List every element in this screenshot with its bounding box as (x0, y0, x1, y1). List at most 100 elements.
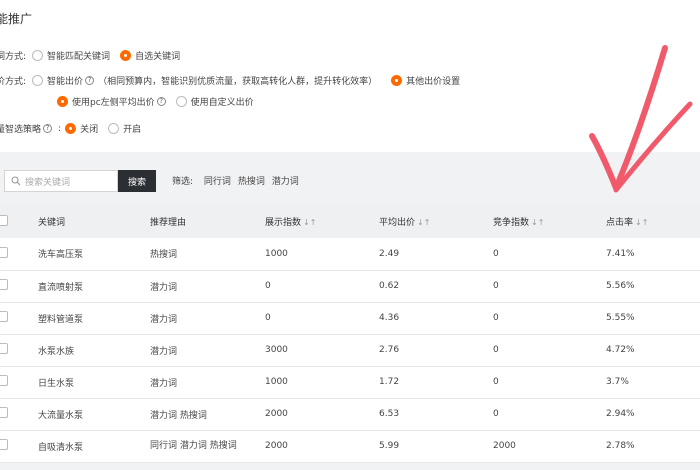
cell-keyword: 日生水泵 (38, 366, 150, 399)
cell-reason: 热搜词 (150, 238, 265, 271)
search-placeholder: 搜索关键词 (25, 177, 71, 188)
radio-icon[interactable] (32, 50, 44, 61)
filter-tag-competitor[interactable]: 同行词 (204, 177, 231, 187)
bid-option-pc-average[interactable]: 使用pc左侧平均出价 ? (57, 95, 166, 108)
strategy-option-on[interactable]: 开启 (108, 122, 141, 135)
cell-avg-bid: 6.53 (379, 398, 493, 431)
table-row[interactable]: 直流喷射泵 潜力词 0 0.62 0 5.56% (0, 270, 700, 303)
cell-avg-bid: 0.62 (379, 270, 493, 303)
cell-keyword: 洗车高压泵 (38, 238, 150, 271)
cell-impressions: 3000 (265, 334, 379, 367)
cell-impressions: 1000 (265, 238, 379, 271)
checkbox-icon[interactable] (0, 375, 8, 386)
cell-competition: 2000 (493, 430, 606, 463)
settings-panel: 能推广 词方式: 智能匹配关键词 自选关键词 价方式: 智能出价 ? （相同预算… (0, 0, 700, 152)
search-button[interactable]: 搜索 (118, 170, 156, 192)
checkbox-icon[interactable] (0, 214, 8, 226)
match-option-manual[interactable]: 自选关键词 (120, 49, 180, 62)
radio-checked-icon[interactable] (57, 96, 68, 107)
table-row[interactable]: 大流量水泵 潜力词 热搜词 2000 6.53 0 2.94% (0, 398, 700, 431)
filter-tag-potential[interactable]: 潜力词 (272, 177, 299, 187)
cell-ctr: 2.78% (606, 430, 700, 463)
header-select-all[interactable] (0, 205, 38, 238)
radio-icon[interactable] (175, 96, 187, 107)
strategy-option-off[interactable]: 关闭 (65, 122, 98, 135)
radio-checked-icon[interactable] (65, 123, 77, 134)
match-option-manual-label: 自选关键词 (135, 52, 181, 62)
help-icon[interactable]: ? (85, 76, 95, 85)
header-impressions[interactable]: 展示指数 ↓↑ (265, 205, 379, 238)
cell-reason: 潜力词 (150, 302, 265, 335)
cell-impressions: 2000 (265, 430, 379, 463)
filter-tag-hot[interactable]: 热搜词 (238, 177, 265, 187)
cell-impressions: 0 (265, 270, 379, 303)
cell-avg-bid: 5.99 (379, 430, 493, 463)
table-header-row: 关键词 推荐理由 展示指数 ↓↑ 平均出价 ↓↑ 竞争指数 ↓↑ 点击率 ↓↑ (0, 205, 700, 238)
header-keyword: 关键词 (38, 205, 150, 238)
cell-reason: 潜力词 (150, 366, 265, 399)
cell-competition: 0 (493, 398, 606, 431)
bid-option-smart-label: 智能出价 (47, 77, 84, 87)
strategy-row: 量智选策略 ? : 关闭 开启 (0, 122, 151, 135)
cell-keyword: 塑料管道泵 (38, 302, 150, 335)
cell-impressions: 2000 (265, 398, 379, 431)
header-competition[interactable]: 竞争指数 ↓↑ (493, 205, 606, 238)
bid-label: 价方式: (0, 77, 27, 87)
cell-impressions: 0 (265, 302, 379, 335)
checkbox-icon[interactable] (0, 279, 8, 290)
table-row[interactable]: 日生水泵 潜力词 1000 1.72 0 3.7% (0, 366, 700, 399)
filter-label: 筛选: (172, 177, 194, 187)
table-row[interactable]: 洗车高压泵 热搜词 1000 2.49 0 7.41% (0, 238, 700, 271)
cell-competition: 0 (493, 334, 606, 367)
radio-checked-icon[interactable] (120, 50, 132, 61)
help-icon[interactable]: ? (156, 97, 166, 106)
cell-reason: 同行词 潜力词 热搜词 (150, 430, 265, 463)
filter-bar: 筛选: 同行词 热搜词 潜力词 (172, 174, 303, 187)
cell-ctr: 3.7% (606, 366, 700, 399)
bid-option-custom[interactable]: 使用自定义出价 (175, 95, 254, 108)
cell-keyword: 大流量水泵 (38, 398, 150, 431)
checkbox-icon[interactable] (0, 407, 8, 418)
cell-reason: 潜力词 (150, 334, 265, 367)
checkbox-icon[interactable] (0, 343, 8, 354)
bid-option-smart[interactable]: 智能出价 ? (32, 74, 95, 87)
search-bar: 搜索关键词 搜索 (4, 170, 156, 192)
bid-option-custom-label: 使用自定义出价 (190, 98, 254, 108)
cell-ctr: 7.41% (606, 238, 700, 271)
match-option-smart[interactable]: 智能匹配关键词 (32, 49, 110, 62)
cell-avg-bid: 2.76 (379, 334, 493, 367)
sort-icon: ↓↑ (417, 218, 431, 227)
strategy-option-on-label: 开启 (123, 125, 142, 135)
radio-icon[interactable] (32, 75, 44, 86)
cell-keyword: 水泵水族 (38, 334, 150, 367)
cell-competition: 0 (493, 302, 606, 335)
checkbox-icon[interactable] (0, 311, 8, 322)
radio-checked-icon[interactable] (391, 75, 403, 86)
bid-suboptions-row: 使用pc左侧平均出价 ? 使用自定义出价 (57, 95, 264, 108)
cell-keyword: 自吸清水泵 (38, 430, 150, 463)
checkbox-icon[interactable] (0, 439, 8, 450)
header-ctr[interactable]: 点击率 ↓↑ (606, 205, 700, 238)
table-row[interactable]: 塑料管道泵 潜力词 0 4.36 0 5.55% (0, 302, 700, 335)
search-input[interactable]: 搜索关键词 (4, 170, 118, 192)
header-avg-bid[interactable]: 平均出价 ↓↑ (379, 205, 493, 238)
table-row[interactable]: 水泵水族 潜力词 3000 2.76 0 4.72% (0, 334, 700, 367)
cell-ctr: 2.94% (606, 398, 700, 431)
cell-keyword: 直流喷射泵 (38, 270, 150, 303)
radio-icon[interactable] (108, 123, 120, 134)
cell-reason: 潜力词 (150, 270, 265, 303)
bid-smart-description: （相同预算内，智能识别优质流量，获取高转化人群，提升转化效率） (98, 77, 378, 87)
bid-row: 价方式: 智能出价 ? （相同预算内，智能识别优质流量，获取高转化人群，提升转化… (0, 74, 470, 87)
cell-reason: 潜力词 热搜词 (150, 398, 265, 431)
page-title: 能推广 (0, 12, 33, 26)
match-option-smart-label: 智能匹配关键词 (47, 52, 111, 62)
bid-option-other-label: 其他出价设置 (406, 77, 461, 87)
search-icon (11, 176, 21, 186)
help-icon[interactable]: ? (43, 124, 53, 133)
header-reason: 推荐理由 (150, 205, 265, 238)
table-row[interactable]: 自吸清水泵 同行词 潜力词 热搜词 2000 5.99 2000 2.78% (0, 430, 700, 463)
checkbox-icon[interactable] (0, 246, 8, 258)
sort-icon: ↓↑ (303, 218, 317, 227)
strategy-option-off-label: 关闭 (80, 125, 99, 135)
bid-option-other[interactable]: 其他出价设置 (391, 74, 460, 87)
